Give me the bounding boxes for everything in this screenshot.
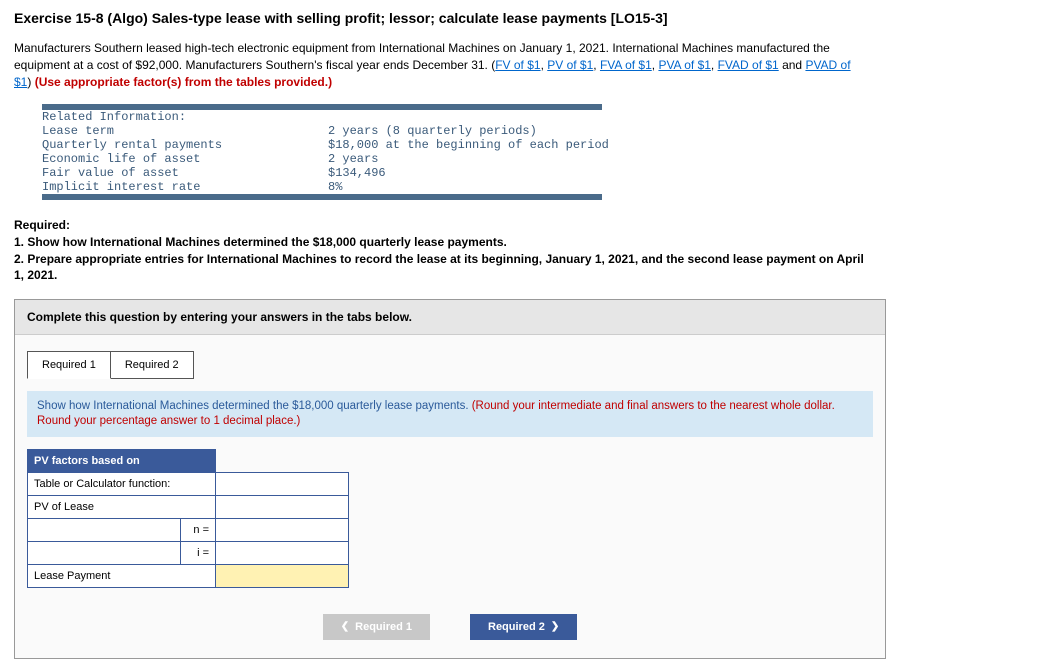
calc-n-label: n = <box>181 518 216 541</box>
tab-instruction-main: Show how International Machines determin… <box>37 400 472 412</box>
calc-header: PV factors based on <box>28 449 216 472</box>
nav-button-row: ❮ Required 1 Required 2 ❯ <box>15 600 885 658</box>
calc-leasepmt-output[interactable] <box>216 564 349 587</box>
answer-instruction: Complete this question by entering your … <box>15 300 885 335</box>
required-item-1: 1. Show how International Machines deter… <box>14 234 864 250</box>
calc-row-leasepmt-label: Lease Payment <box>28 564 216 587</box>
calc-function-input[interactable] <box>216 472 349 495</box>
info-value: 2 years <box>328 152 615 166</box>
exercise-title: Exercise 15-8 (Algo) Sales-type lease wi… <box>14 10 1049 26</box>
sep: , <box>711 58 718 72</box>
info-value: 2 years (8 quarterly periods) <box>328 124 615 138</box>
calc-n-input[interactable] <box>216 518 349 541</box>
info-row: Lease term2 years (8 quarterly periods) <box>42 124 615 138</box>
tab-required-2[interactable]: Required 2 <box>111 351 194 379</box>
info-label: Lease term <box>42 124 328 138</box>
info-value: $18,000 at the beginning of each period <box>328 138 615 152</box>
required-list: 1. Show how International Machines deter… <box>14 234 864 283</box>
link-fv-of-1[interactable]: FV of $1 <box>495 58 540 72</box>
link-pva-of-1[interactable]: PVA of $1 <box>658 58 710 72</box>
required-heading: Required: <box>14 218 1049 232</box>
calc-row-function-label: Table or Calculator function: <box>28 472 216 495</box>
info-label: Fair value of asset <box>42 166 328 180</box>
calc-row-pvlease-label: PV of Lease <box>28 495 216 518</box>
tab-strip: Required 1 Required 2 <box>27 351 885 379</box>
calc-pvlease-input[interactable] <box>216 495 349 518</box>
related-info-table: Related Information: Lease term2 years (… <box>42 110 615 194</box>
info-row: Economic life of asset2 years <box>42 152 615 166</box>
info-header: Related Information: <box>42 110 328 124</box>
intro-paragraph: Manufacturers Southern leased high-tech … <box>14 40 864 90</box>
calc-blank-cell <box>28 518 181 541</box>
calc-blank-cell <box>28 541 181 564</box>
next-button-label: Required 2 <box>488 621 545 633</box>
info-value: 8% <box>328 180 615 194</box>
info-label: Implicit interest rate <box>42 180 328 194</box>
info-label: Economic life of asset <box>42 152 328 166</box>
intro-text-b: ) <box>27 75 34 89</box>
link-fvad-of-1[interactable]: FVAD of $1 <box>718 58 779 72</box>
info-bottom-bar <box>42 194 602 200</box>
prev-button-label: Required 1 <box>355 621 412 633</box>
info-label: Quarterly rental payments <box>42 138 328 152</box>
required-item-2: 2. Prepare appropriate entries for Inter… <box>14 251 864 283</box>
link-pv-of-1[interactable]: PV of $1 <box>547 58 593 72</box>
calc-i-label: i = <box>181 541 216 564</box>
sep: and <box>779 58 806 72</box>
sep: , <box>593 58 600 72</box>
link-fva-of-1[interactable]: FVA of $1 <box>600 58 652 72</box>
next-button[interactable]: Required 2 ❯ <box>470 614 577 640</box>
chevron-right-icon: ❯ <box>551 621 559 632</box>
info-row: Implicit interest rate8% <box>42 180 615 194</box>
calc-i-input[interactable] <box>216 541 349 564</box>
related-info-block: Related Information: Lease term2 years (… <box>42 104 1049 200</box>
prev-button[interactable]: ❮ Required 1 <box>323 614 430 640</box>
chevron-left-icon: ❮ <box>341 621 349 632</box>
info-row: Quarterly rental payments$18,000 at the … <box>42 138 615 152</box>
intro-red-note: (Use appropriate factor(s) from the tabl… <box>35 75 332 89</box>
answer-panel: Complete this question by entering your … <box>14 299 886 659</box>
tab-instruction: Show how International Machines determin… <box>27 391 873 437</box>
calculation-table: PV factors based on Table or Calculator … <box>27 449 349 588</box>
info-row: Fair value of asset$134,496 <box>42 166 615 180</box>
tab-required-1[interactable]: Required 1 <box>27 351 111 379</box>
info-value: $134,496 <box>328 166 615 180</box>
